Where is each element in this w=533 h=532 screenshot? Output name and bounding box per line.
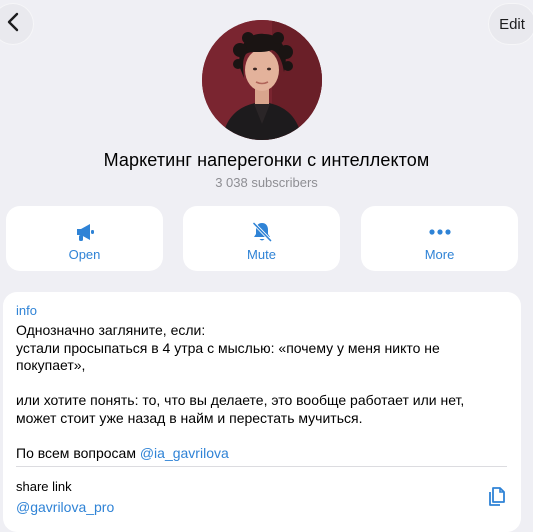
contact-mention-link[interactable]: @ia_gavrilova: [140, 445, 229, 461]
info-description: Однозначно загляните, если: устали просы…: [16, 322, 486, 462]
subscriber-count: 3 038 subscribers: [215, 175, 318, 190]
copy-icon[interactable]: [487, 485, 507, 512]
share-link-label: share link: [16, 479, 72, 494]
open-label: Open: [68, 247, 101, 262]
bell-slash-icon: [251, 220, 273, 244]
open-button[interactable]: Open: [6, 206, 163, 271]
chevron-left-icon: [7, 12, 19, 37]
share-link[interactable]: @gavrilova_pro: [16, 499, 114, 515]
divider: [16, 466, 507, 467]
mute-button[interactable]: Mute: [183, 206, 340, 271]
mute-label: Mute: [247, 247, 276, 262]
channel-title: Маркетинг наперегонки с интеллектом: [103, 150, 430, 170]
edit-button[interactable]: Edit: [488, 3, 533, 45]
edit-label: Edit: [499, 15, 525, 33]
info-card: info Однозначно загляните, если: устали …: [3, 292, 521, 532]
more-label: More: [424, 247, 455, 262]
megaphone-icon: [74, 220, 96, 244]
contact-prefix: По всем вопросам: [16, 444, 140, 461]
back-button[interactable]: [0, 3, 34, 45]
info-label: info: [16, 303, 37, 318]
channel-avatar[interactable]: [202, 20, 322, 140]
ellipsis-icon: [428, 220, 452, 244]
more-button[interactable]: More: [361, 206, 518, 271]
info-body: Однозначно загляните, если: устали просы…: [16, 322, 465, 426]
